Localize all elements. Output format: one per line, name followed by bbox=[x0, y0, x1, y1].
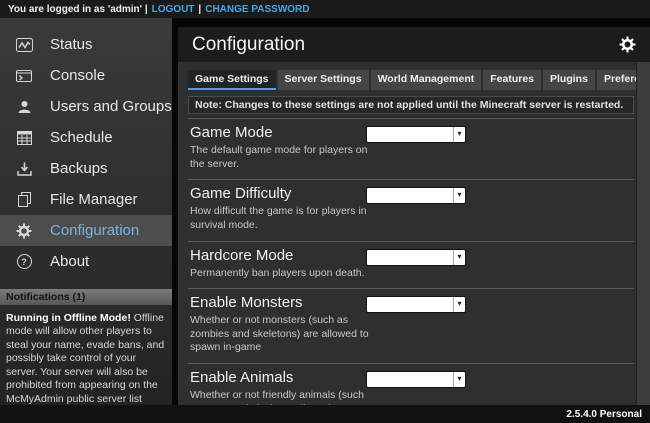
tab-features[interactable]: Features bbox=[483, 70, 541, 90]
enable-animals-select[interactable]: ▾ bbox=[366, 371, 466, 388]
help-icon: ? bbox=[14, 254, 34, 269]
settings-gear-icon[interactable] bbox=[619, 36, 636, 53]
status-icon bbox=[14, 38, 34, 52]
sidebar: Status Console Users and Groups Schedule bbox=[0, 18, 172, 405]
version-label: 2.5.4.0 Personal bbox=[566, 409, 642, 420]
chevron-down-icon: ▾ bbox=[453, 372, 465, 387]
enable-monsters-select[interactable]: ▾ bbox=[366, 296, 466, 313]
chevron-down-icon: ▾ bbox=[453, 188, 465, 203]
session-bar: You are logged in as 'admin' | LOGOUT | … bbox=[0, 0, 650, 18]
tab-plugins[interactable]: Plugins bbox=[543, 70, 595, 90]
hardcore-mode-select[interactable]: ▾ bbox=[366, 249, 466, 266]
setting-description: Whether or not friendly animals (such as… bbox=[190, 389, 372, 405]
file-manager-icon bbox=[14, 192, 34, 207]
chevron-down-icon: ▾ bbox=[453, 250, 465, 265]
users-icon bbox=[14, 100, 34, 114]
sidebar-item-file-manager[interactable]: File Manager bbox=[0, 184, 172, 215]
setting-description: The default game mode for players on the… bbox=[190, 144, 372, 171]
mcmyadmin-window: You are logged in as 'admin' | LOGOUT | … bbox=[0, 0, 650, 423]
change-password-link[interactable]: CHANGE PASSWORD bbox=[205, 4, 309, 15]
restart-note: Note: Changes to these settings are not … bbox=[188, 96, 634, 114]
setting-description: How difficult the game is for players in… bbox=[190, 205, 372, 232]
notifications-header: Notifications (1) bbox=[0, 289, 172, 305]
sidebar-item-label: About bbox=[50, 253, 89, 270]
logged-in-text: You are logged in as 'admin' | bbox=[8, 4, 148, 15]
sidebar-item-label: Console bbox=[50, 67, 105, 84]
status-bar: 2.5.4.0 Personal bbox=[0, 405, 650, 423]
page-title: Configuration bbox=[192, 34, 305, 56]
gear-icon bbox=[14, 223, 34, 239]
sidebar-item-label: File Manager bbox=[50, 191, 138, 208]
sidebar-item-label: Users and Groups bbox=[50, 98, 172, 115]
configuration-panel: Configuration Game Settings Server Setti… bbox=[178, 27, 650, 405]
notification-text: Offline mode will allow other players to… bbox=[6, 312, 164, 405]
sidebar-item-users-and-groups[interactable]: Users and Groups bbox=[0, 91, 172, 122]
setting-row-hardcore-mode: Hardcore Mode Permanently ban players up… bbox=[188, 241, 634, 289]
setting-description: Permanently ban players upon death. bbox=[190, 267, 372, 281]
setting-row-game-difficulty: Game Difficulty How difficult the game i… bbox=[188, 179, 634, 240]
backups-icon bbox=[14, 162, 34, 176]
setting-row-game-mode: Game Mode The default game mode for play… bbox=[188, 118, 634, 179]
setting-row-enable-monsters: Enable Monsters Whether or not monsters … bbox=[188, 288, 634, 363]
help-glyph: ? bbox=[17, 254, 32, 269]
sidebar-nav: Status Console Users and Groups Schedule bbox=[0, 18, 172, 277]
sidebar-item-schedule[interactable]: Schedule bbox=[0, 122, 172, 153]
setting-row-enable-animals: Enable Animals Whether or not friendly a… bbox=[188, 363, 634, 405]
scrollbar[interactable] bbox=[636, 62, 650, 405]
game-difficulty-select[interactable]: ▾ bbox=[366, 187, 466, 204]
setting-description: Whether or not monsters (such as zombies… bbox=[190, 314, 372, 355]
tab-server-settings[interactable]: Server Settings bbox=[278, 70, 369, 90]
logout-link[interactable]: LOGOUT bbox=[152, 4, 195, 15]
sidebar-item-label: Backups bbox=[50, 160, 108, 177]
notification-item: Running in Offline Mode! Offline mode wi… bbox=[0, 305, 172, 405]
tab-bar: Game Settings Server Settings World Mana… bbox=[178, 62, 650, 90]
chevron-down-icon: ▾ bbox=[453, 297, 465, 312]
sidebar-item-status[interactable]: Status bbox=[0, 29, 172, 60]
panel-header: Configuration bbox=[178, 27, 650, 62]
notifications-panel: Notifications (1) Running in Offline Mod… bbox=[0, 289, 172, 405]
sidebar-item-about[interactable]: ? About bbox=[0, 246, 172, 277]
sidebar-item-console[interactable]: Console bbox=[0, 60, 172, 91]
sidebar-item-label: Schedule bbox=[50, 129, 113, 146]
game-mode-select[interactable]: ▾ bbox=[366, 126, 466, 143]
sidebar-item-label: Status bbox=[50, 36, 93, 53]
notification-title: Running in Offline Mode! bbox=[6, 312, 131, 324]
sidebar-item-configuration[interactable]: Configuration bbox=[0, 215, 172, 246]
tab-game-settings[interactable]: Game Settings bbox=[188, 70, 276, 90]
tab-world-management[interactable]: World Management bbox=[371, 70, 482, 90]
link-separator: | bbox=[198, 4, 201, 15]
schedule-icon bbox=[14, 131, 34, 145]
chevron-down-icon: ▾ bbox=[453, 127, 465, 142]
sidebar-item-backups[interactable]: Backups bbox=[0, 153, 172, 184]
sidebar-item-label: Configuration bbox=[50, 222, 139, 239]
settings-list: Game Mode The default game mode for play… bbox=[188, 118, 634, 405]
console-icon bbox=[14, 69, 34, 83]
